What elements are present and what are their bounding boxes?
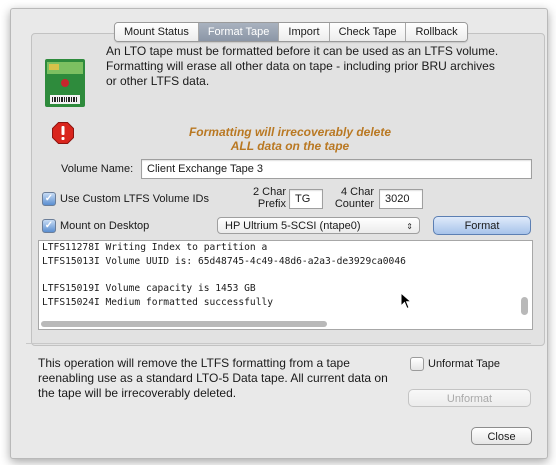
- unformat-tape-label: Unformat Tape: [428, 358, 500, 370]
- unformat-button[interactable]: Unformat: [408, 389, 531, 407]
- prefix-label-line-2: Prefix: [257, 198, 286, 210]
- counter-label-line-2: Counter: [334, 198, 374, 210]
- volume-name-label: Volume Name:: [61, 163, 134, 175]
- prefix-label-line-1: 2 Char: [252, 186, 286, 198]
- tape-cartridge-icon: [45, 59, 85, 107]
- tab-import[interactable]: Import: [279, 23, 330, 41]
- tab-format-tape[interactable]: Format Tape: [198, 23, 280, 41]
- vertical-scrollbar[interactable]: [521, 297, 528, 315]
- custom-ids-label: Use Custom LTFS Volume IDs: [60, 193, 209, 205]
- select-arrows-icon: ⇕: [406, 222, 413, 231]
- format-intro-text: An LTO tape must be formatted before it …: [106, 44, 499, 88]
- drive-select-value: HP Ultrium 5-SCSI (ntape0): [225, 220, 361, 232]
- log-line: LTFS15024I Medium formatted successfully: [42, 296, 274, 308]
- tab-check-tape[interactable]: Check Tape: [329, 23, 407, 41]
- format-button[interactable]: Format: [433, 216, 531, 235]
- tab-bar: Mount Status Format Tape Import Check Ta…: [114, 22, 468, 42]
- log-line: LTFS11278I Writing Index to partition a: [42, 242, 268, 253]
- counter-label: 4 Char Counter: [330, 186, 374, 210]
- prefix-input[interactable]: TG: [289, 189, 323, 209]
- log-output[interactable]: LTFS11278I Writing Index to partition a …: [38, 240, 533, 330]
- warning-line-2: ALL data on the tape: [230, 139, 350, 153]
- stop-icon: [52, 122, 74, 144]
- tab-rollback[interactable]: Rollback: [406, 23, 467, 41]
- prefix-label: 2 Char Prefix: [252, 186, 286, 210]
- counter-label-line-1: 4 Char: [340, 186, 374, 198]
- unformat-tape-checkbox[interactable]: ✓: [410, 357, 424, 371]
- log-line: LTFS15019I Volume capacity is 1453 GB: [42, 283, 256, 295]
- format-warning: Formatting will irrecoverably delete ALL…: [150, 125, 430, 153]
- log-line: LTFS15013I Volume UUID is: 65d48745-4c49…: [42, 255, 406, 267]
- horizontal-scrollbar[interactable]: [41, 321, 327, 327]
- custom-ids-checkbox[interactable]: ✓: [42, 192, 56, 206]
- mouse-pointer-icon: [400, 292, 412, 310]
- mount-desktop-label: Mount on Desktop: [60, 220, 150, 232]
- unformat-description: This operation will remove the LTFS form…: [38, 356, 388, 400]
- mount-desktop-checkbox[interactable]: ✓: [42, 219, 56, 233]
- volume-name-input[interactable]: Client Exchange Tape 3: [141, 159, 532, 179]
- close-button[interactable]: Close: [471, 427, 532, 445]
- section-divider: [26, 343, 531, 344]
- warning-line-1: Formatting will irrecoverably delete: [188, 125, 392, 139]
- drive-select[interactable]: HP Ultrium 5-SCSI (ntape0) ⇕: [217, 217, 420, 234]
- counter-input[interactable]: 3020: [379, 189, 423, 209]
- tab-mount-status[interactable]: Mount Status: [115, 23, 199, 41]
